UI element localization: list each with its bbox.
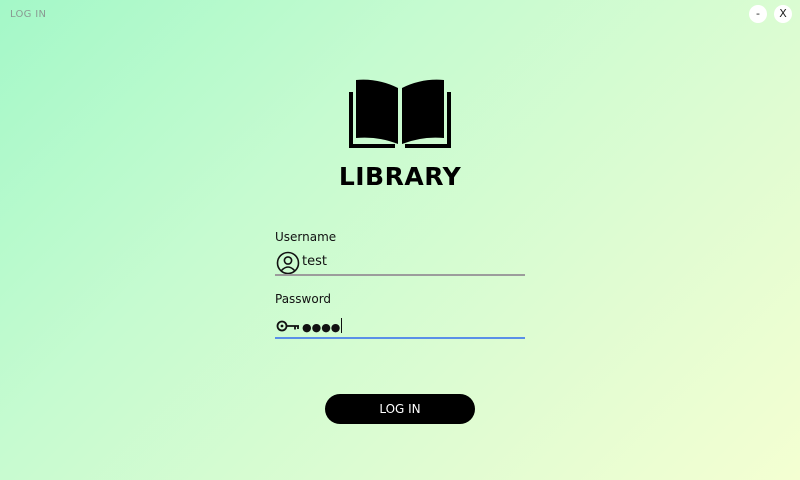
window-title: LOG IN (10, 9, 47, 20)
username-field[interactable]: test (275, 250, 525, 276)
password-label: Password (275, 292, 332, 306)
password-underline (275, 337, 525, 339)
user-circle-icon (276, 251, 300, 275)
password-field[interactable]: ●●●● (275, 313, 525, 339)
minimize-button[interactable]: - (749, 5, 767, 23)
app-name: LIBRARY (338, 162, 462, 191)
login-button[interactable]: LOG IN (325, 394, 475, 424)
text-caret (341, 318, 343, 333)
key-icon (276, 320, 299, 332)
close-button[interactable]: X (774, 5, 792, 23)
username-label: Username (275, 230, 337, 244)
password-input[interactable]: ●●●● (302, 318, 343, 334)
open-book-icon (349, 79, 451, 148)
username-input[interactable]: test (302, 254, 327, 269)
username-underline (275, 274, 525, 276)
